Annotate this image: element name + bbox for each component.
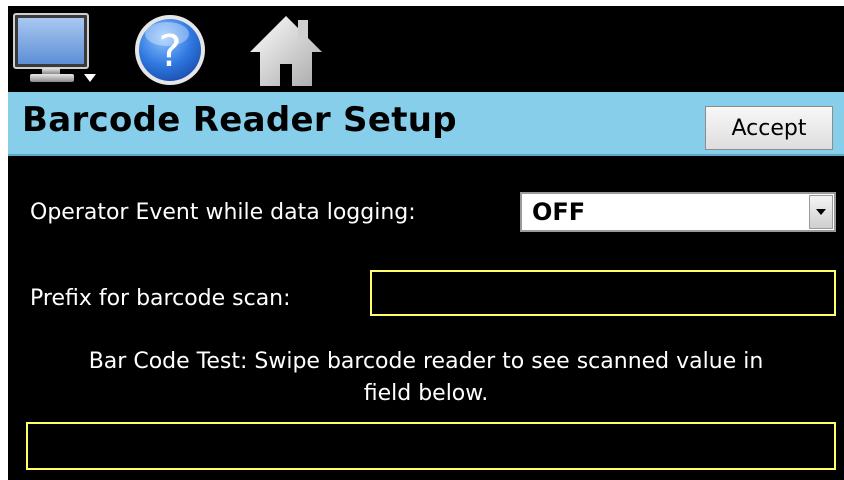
operator-event-select[interactable]: OFF [520,192,836,232]
hmi-screen: ? Barcode Reader Setup Accept Operator E… [8,6,844,480]
chevron-down-icon[interactable] [809,195,833,229]
accept-button[interactable]: Accept [705,106,833,150]
svg-text:?: ? [158,26,181,77]
page-title: Barcode Reader Setup [22,100,457,140]
home-icon[interactable] [246,8,326,88]
barcode-test-instructions-line2: field below. [363,381,489,406]
title-bar: Barcode Reader Setup Accept [8,92,844,156]
operator-event-label: Operator Event while data logging: [30,200,416,225]
help-icon[interactable]: ? [130,8,210,88]
barcode-test-instructions: Bar Code Test: Swipe barcode reader to s… [88,349,764,374]
barcode-test-field[interactable] [26,422,836,470]
top-toolbar: ? [8,6,844,90]
operator-event-value: OFF [532,198,586,226]
prefix-input[interactable] [370,270,836,316]
monitor-icon[interactable] [12,8,98,88]
prefix-label: Prefix for barcode scan: [30,286,291,311]
